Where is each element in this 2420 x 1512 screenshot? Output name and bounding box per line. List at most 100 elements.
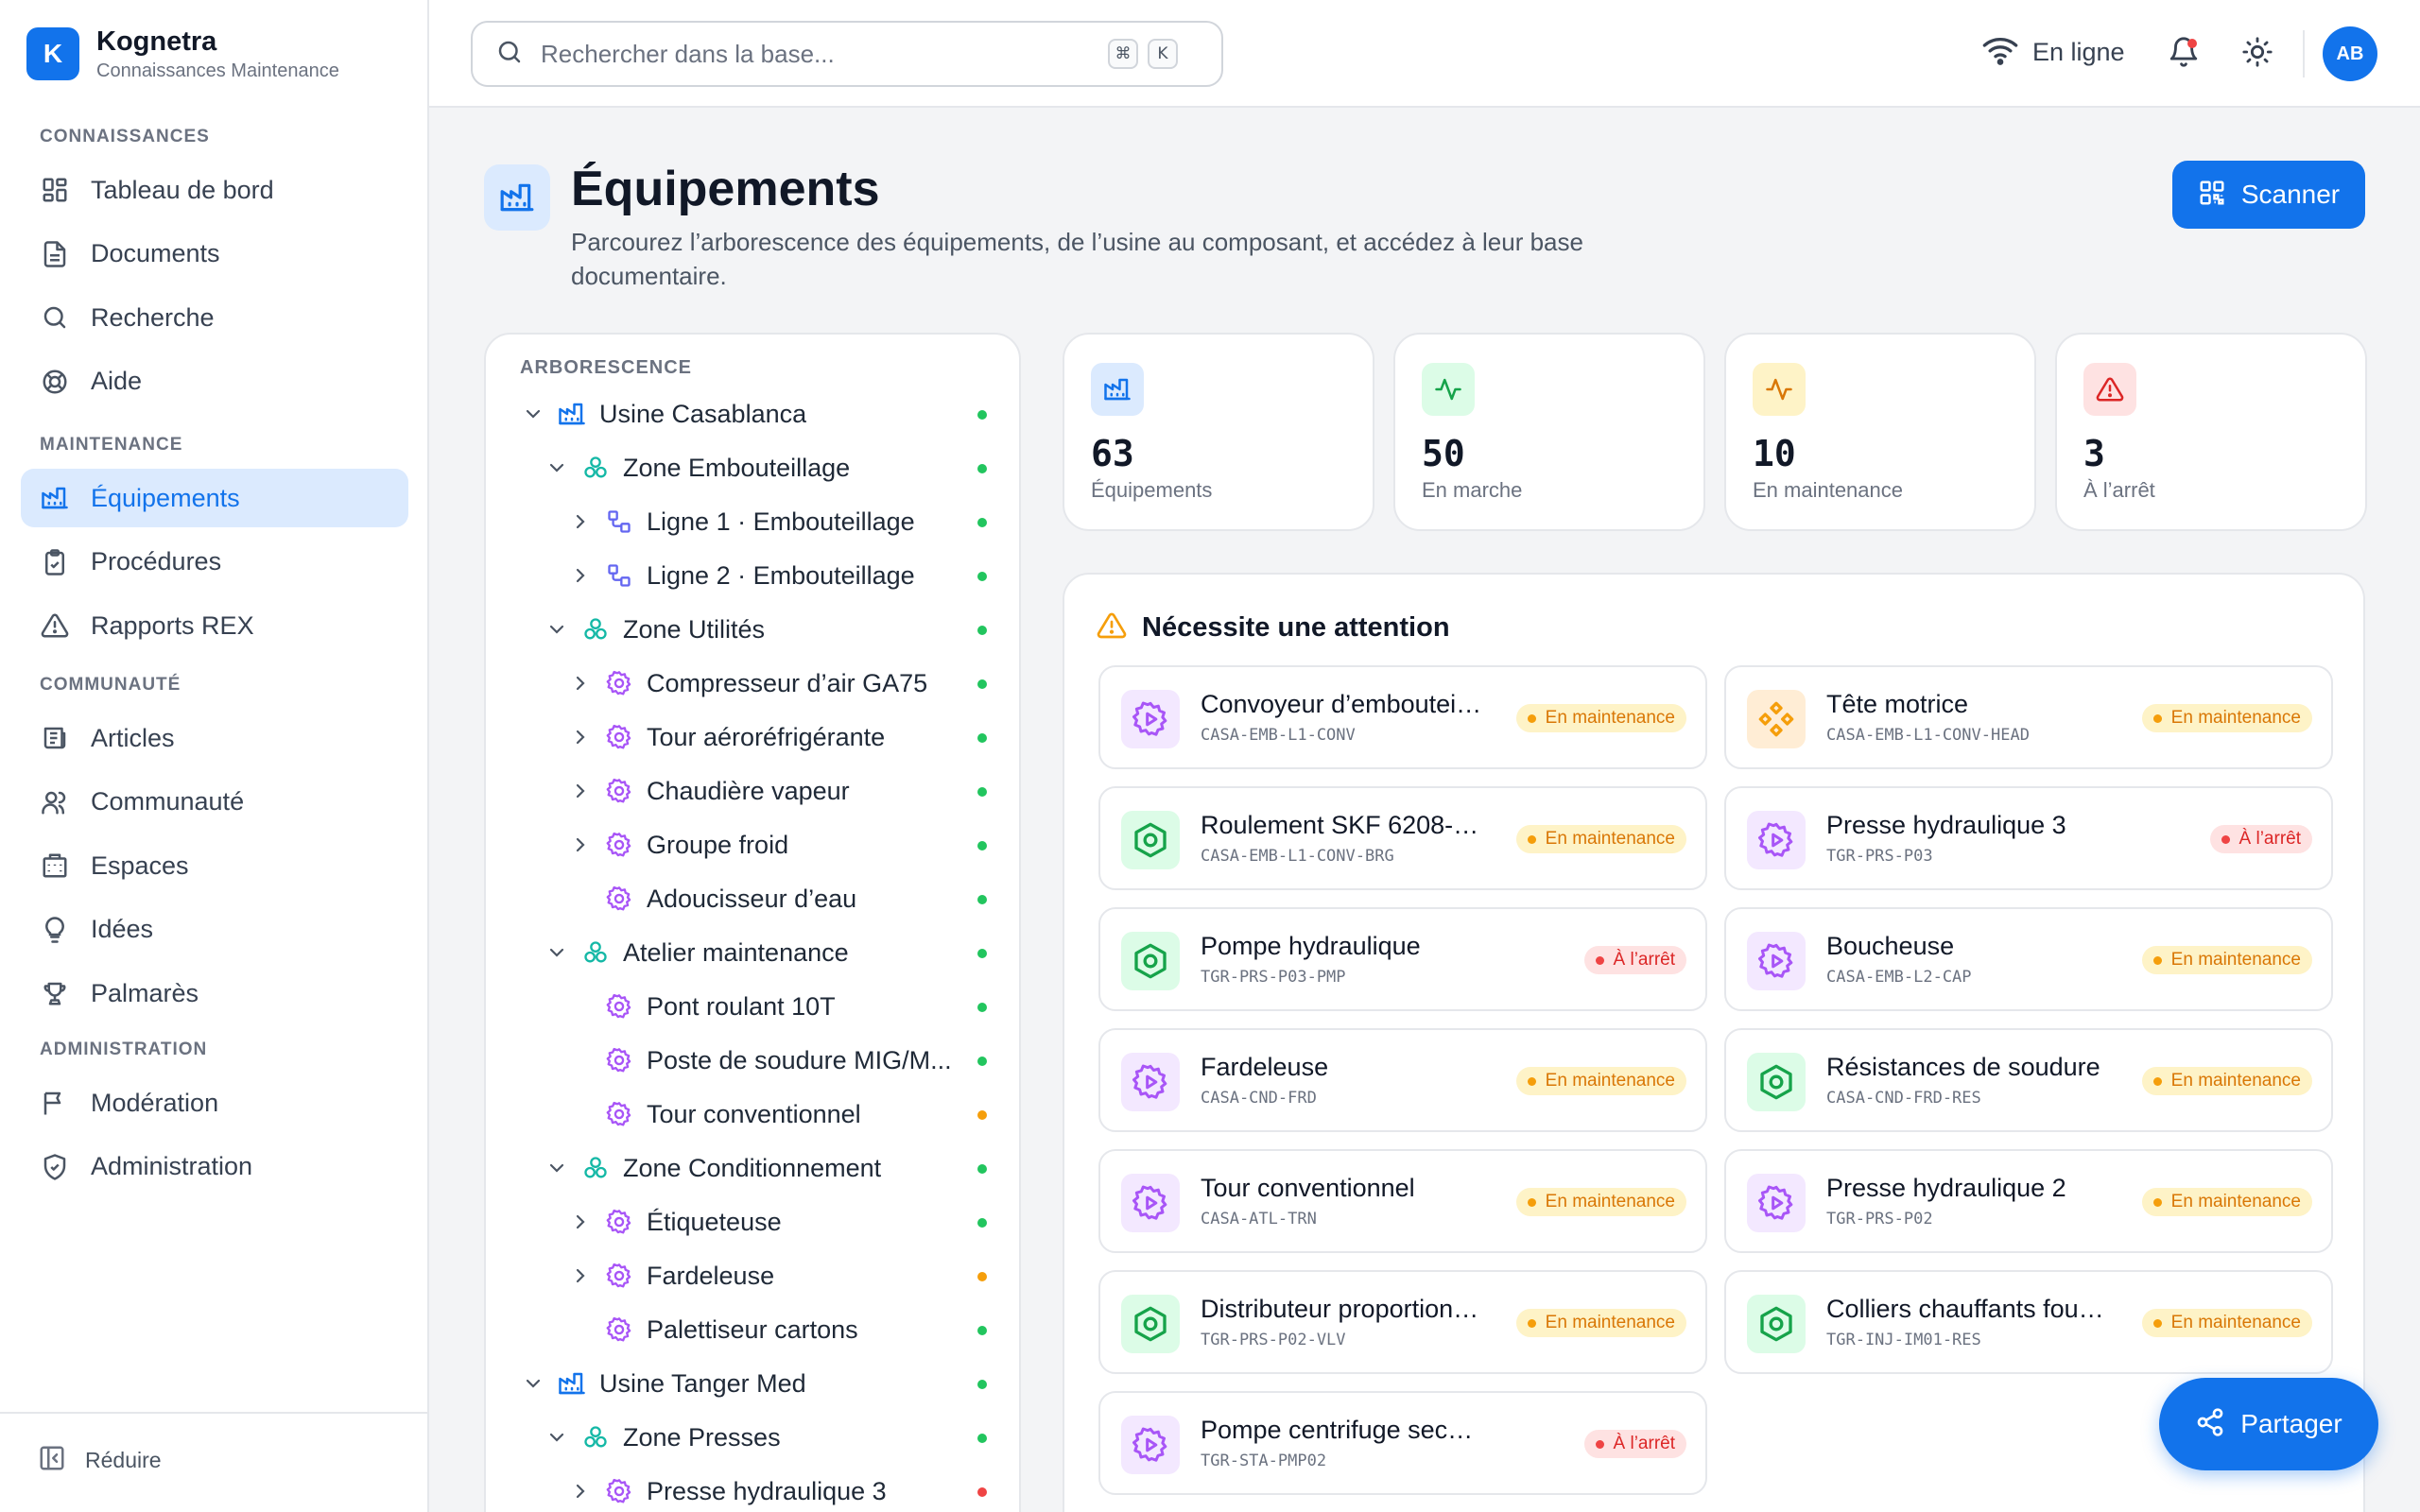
topbar: ⌘ K En ligne AB <box>429 0 2420 108</box>
stat-value: 63 <box>1091 433 1134 474</box>
equipment-card[interactable]: Tête motrice CASA-EMB-L1-CONV-HEAD En main… <box>1724 665 2333 769</box>
tree-node[interactable]: Zone Embouteillage <box>486 445 1019 490</box>
tree-node[interactable]: Étiqueteuse <box>486 1199 1019 1245</box>
chevron-down-icon[interactable] <box>544 939 570 966</box>
status-dot <box>2152 1076 2162 1086</box>
app-name: Kognetra <box>96 26 217 57</box>
sidebar-item-documents[interactable]: Documents <box>21 225 408 284</box>
brand[interactable]: K Kognetra Connaissances Maintenance <box>26 25 339 83</box>
status-badge: En maintenance <box>2141 1309 2312 1337</box>
equipment-name: Tête motrice <box>1826 690 1969 718</box>
chevron-down-icon[interactable] <box>544 455 570 481</box>
gear-icon <box>605 1100 633 1128</box>
chevron-right-icon[interactable] <box>567 724 594 750</box>
nav-section-title: MAINTENANCE <box>40 435 183 455</box>
tree-node[interactable]: Zone Utilités <box>486 607 1019 652</box>
chevron-right-icon[interactable] <box>567 778 594 804</box>
equipment-card[interactable]: Fardeleuse CASA-CND-FRD En maintenance <box>1098 1028 1707 1132</box>
chevron-down-icon[interactable] <box>544 616 570 643</box>
search-box[interactable]: ⌘ K <box>471 21 1223 87</box>
sidebar-item-label: Recherche <box>91 302 215 332</box>
status-badge-label: En maintenance <box>2170 950 2301 970</box>
stat-card: 50 En marche <box>1393 333 1705 531</box>
sidebar-item-administration[interactable]: Administration <box>21 1138 408 1196</box>
tree-node[interactable]: Pont roulant 10T <box>486 984 1019 1029</box>
chevron-down-icon[interactable] <box>520 1370 546 1397</box>
sidebar-item-recherche[interactable]: Recherche <box>21 288 408 347</box>
status-badge: En maintenance <box>2141 1067 2312 1095</box>
chevron-right-icon[interactable] <box>567 1478 594 1504</box>
attention-panel: Nécessite une attention Convoyeur d’embo… <box>1063 573 2365 1512</box>
gear-icon <box>605 992 633 1021</box>
sidebar-item-articles[interactable]: Articles <box>21 709 408 767</box>
share-button[interactable]: Partager <box>2159 1378 2378 1470</box>
chevron-right-icon[interactable] <box>567 1209 594 1235</box>
tree-node[interactable]: Zone Presses <box>486 1415 1019 1460</box>
chevron-right-icon[interactable] <box>567 508 594 535</box>
chevron-right-icon[interactable] <box>567 670 594 696</box>
chevron-right-icon[interactable] <box>567 562 594 589</box>
sidebar-item-equipements[interactable]: Équipements <box>21 469 408 527</box>
equipment-name: Pompe hydraulique <box>1201 932 1421 960</box>
sidebar-item-communaute[interactable]: Communauté <box>21 773 408 832</box>
equipment-card[interactable]: Distributeur proportionnel TGR-PRS-P02-VL… <box>1098 1270 1707 1374</box>
user-avatar[interactable]: AB <box>2323 26 2377 81</box>
chevron-right-icon[interactable] <box>567 1263 594 1289</box>
tree-node[interactable]: Zone Conditionnement <box>486 1145 1019 1191</box>
tree-node[interactable]: Ligne 2 · Embouteillage <box>486 553 1019 598</box>
tree-node[interactable]: Presse hydraulique 3 <box>486 1469 1019 1512</box>
sidebar-item-procedures[interactable]: Procédures <box>21 533 408 592</box>
equipment-card[interactable]: Pompe hydraulique TGR-PRS-P03-PMP À l’arrê… <box>1098 907 1707 1011</box>
page-description: Parcourez l’arborescence des équipements… <box>571 228 1583 290</box>
theme-toggle-button[interactable] <box>2233 29 2282 78</box>
tree-node[interactable]: Tour aéroréfrigérante <box>486 714 1019 760</box>
tree-node[interactable]: Usine Casablanca <box>486 391 1019 437</box>
warning-triangle-icon <box>40 610 70 641</box>
equipment-card[interactable]: Boucheuse CASA-EMB-L2-CAP En maintenance <box>1724 907 2333 1011</box>
sidebar-item-espaces[interactable]: Espaces <box>21 836 408 895</box>
tree-node[interactable]: Palettiseur cartons <box>486 1307 1019 1352</box>
search-input[interactable] <box>541 39 1098 69</box>
tree-node[interactable]: Ligne 1 · Embouteillage <box>486 499 1019 544</box>
collapse-sidebar-button[interactable]: Réduire <box>38 1444 162 1477</box>
chevron-down-icon[interactable] <box>544 1424 570 1451</box>
zone-icon <box>581 1423 610 1452</box>
tree-node[interactable]: Adoucisseur d’eau <box>486 876 1019 921</box>
tree-node[interactable]: Fardeleuse <box>486 1253 1019 1298</box>
chevron-down-icon[interactable] <box>520 401 546 427</box>
chevron-right-icon[interactable] <box>567 832 594 858</box>
tree-node[interactable]: Atelier maintenance <box>486 930 1019 975</box>
sidebar-item-aide[interactable]: Aide <box>21 352 408 411</box>
equipment-card[interactable]: Roulement SKF 6208-2RS CASA-EMB-L1-CONV-B… <box>1098 786 1707 890</box>
sidebar-item-palmares[interactable]: Palmarès <box>21 964 408 1022</box>
tree-node[interactable]: Poste de soudure MIG/M... <box>486 1038 1019 1083</box>
tree-node[interactable]: Compresseur d’air GA75 <box>486 661 1019 706</box>
factory-icon <box>1091 363 1144 416</box>
sidebar-item-moderation[interactable]: Modération <box>21 1074 408 1132</box>
equipment-card[interactable]: Presse hydraulique 2 TGR-PRS-P02 En mainte… <box>1724 1149 2333 1253</box>
notifications-button[interactable] <box>2159 29 2208 78</box>
factory-icon <box>40 483 70 513</box>
equipment-card[interactable]: Tour conventionnel CASA-ATL-TRN En mainten… <box>1098 1149 1707 1253</box>
status-badge-label: À l’arrêt <box>1613 950 1675 970</box>
tree-node[interactable]: Groupe froid <box>486 822 1019 868</box>
page-title: Équipements <box>571 162 880 216</box>
status-dot <box>977 1218 987 1228</box>
tree-node[interactable]: Usine Tanger Med <box>486 1361 1019 1406</box>
sidebar-item-tableau-de-bord[interactable]: Tableau de bord <box>21 161 408 219</box>
chevron-down-icon[interactable] <box>544 1155 570 1181</box>
equipment-card[interactable]: Résistances de soudure CASA-CND-FRD-RES En… <box>1724 1028 2333 1132</box>
attention-title: Nécessite une attention <box>1142 612 1450 643</box>
sidebar-item-idees[interactable]: Idées <box>21 901 408 959</box>
equipment-card[interactable]: Pompe centrifuge secours TGR-STA-PMP02 À l… <box>1098 1391 1707 1495</box>
equipment-card[interactable]: Presse hydraulique 3 TGR-PRS-P03 À l’arrêt <box>1724 786 2333 890</box>
equipment-card[interactable]: Convoyeur d’embouteillage CASA-EMB-L1-CON… <box>1098 665 1707 769</box>
tree-node[interactable]: Tour conventionnel <box>486 1091 1019 1137</box>
status-dot <box>1527 1197 1536 1207</box>
sidebar-item-rapports-rex[interactable]: Rapports REX <box>21 596 408 655</box>
activity-icon <box>1753 363 1806 416</box>
equipment-card[interactable]: Colliers chauffants fourreau TGR-INJ-IM01… <box>1724 1270 2333 1374</box>
tree-node[interactable]: Chaudière vapeur <box>486 768 1019 814</box>
scan-button[interactable]: Scanner <box>2172 161 2365 229</box>
